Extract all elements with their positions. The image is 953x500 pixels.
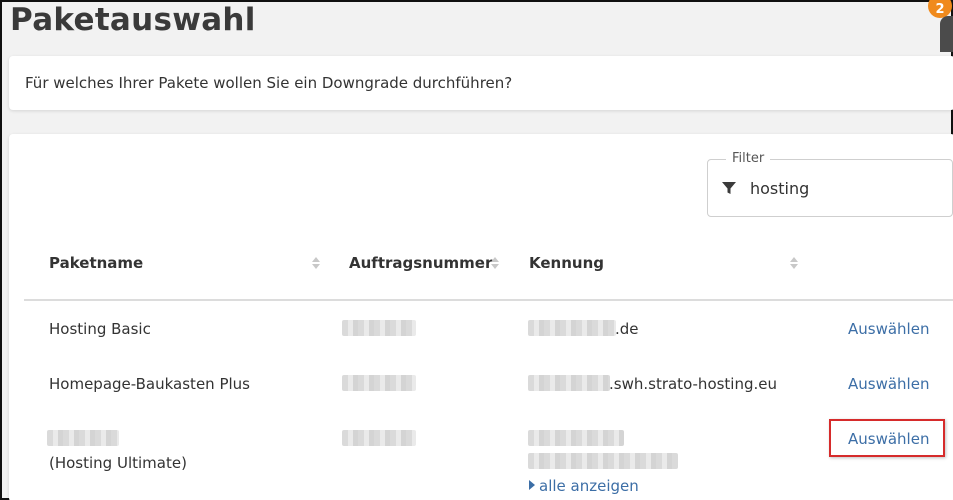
sort-paketname-icon[interactable] xyxy=(311,257,321,271)
redacted-kennung xyxy=(528,430,624,446)
redacted-order-number xyxy=(342,430,416,446)
table-row-2-name: Homepage-Baukasten Plus xyxy=(49,375,250,393)
redacted-kennung xyxy=(528,375,610,391)
redacted-order-number xyxy=(342,375,416,391)
select-button-row-3[interactable]: Auswählen xyxy=(848,430,929,448)
filter-label: Filter xyxy=(726,151,771,166)
caret-right-icon xyxy=(529,480,535,490)
redacted-kennung xyxy=(528,320,616,336)
filter-box[interactable]: Filter xyxy=(707,151,953,217)
column-header-auftragsnummer[interactable]: Auftragsnummer xyxy=(349,254,492,272)
sort-kennung-icon[interactable] xyxy=(789,257,799,271)
question-card: Für welches Ihrer Pakete wollen Sie ein … xyxy=(9,56,953,110)
table-row-1-kennung-suffix: .de xyxy=(615,320,639,338)
package-table-card: Filter Paketname Auftragsnummer Kennung … xyxy=(9,134,953,500)
redacted-order-number xyxy=(342,320,416,336)
funnel-icon xyxy=(722,182,736,194)
table-row-1-name: Hosting Basic xyxy=(49,320,151,338)
show-all-link[interactable]: alle anzeigen xyxy=(529,477,639,495)
sort-auftragsnummer-icon[interactable] xyxy=(490,257,500,271)
question-text: Für welches Ihrer Pakete wollen Sie ein … xyxy=(25,74,513,92)
column-header-kennung[interactable]: Kennung xyxy=(529,254,604,272)
table-row-2-kennung-suffix: .swh.strato-hosting.eu xyxy=(609,375,778,393)
redacted-package-name xyxy=(47,430,119,446)
header-divider xyxy=(24,299,953,301)
page-title: Paketauswahl xyxy=(10,2,256,38)
select-button-row-2[interactable]: Auswählen xyxy=(848,375,929,393)
redacted-kennung xyxy=(528,453,678,469)
column-header-paketname[interactable]: Paketname xyxy=(49,254,143,272)
show-all-label: alle anzeigen xyxy=(539,477,639,495)
select-button-row-1[interactable]: Auswählen xyxy=(848,320,929,338)
table-row-3-name-sub: (Hosting Ultimate) xyxy=(49,454,187,472)
scrollbar-edge[interactable] xyxy=(940,16,953,52)
filter-input[interactable] xyxy=(750,177,940,199)
